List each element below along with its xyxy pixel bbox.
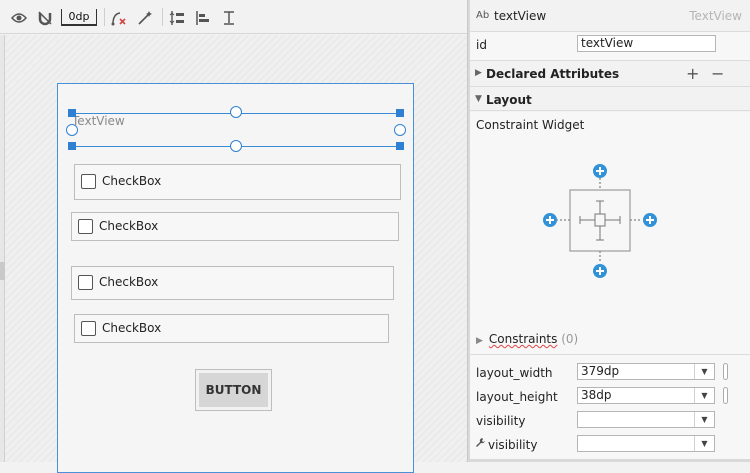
layout-height-dropdown[interactable]: 38dp ▼ bbox=[577, 387, 715, 404]
toolbar-separator bbox=[162, 8, 163, 26]
checkbox-square[interactable] bbox=[78, 275, 93, 290]
chevron-down-icon[interactable]: ▼ bbox=[694, 364, 714, 379]
expand-right-icon[interactable]: ▶ bbox=[475, 68, 482, 78]
resize-handle-bottom-right[interactable] bbox=[396, 142, 404, 150]
wrench-icon bbox=[475, 437, 485, 451]
chevron-down-icon[interactable]: ▼ bbox=[694, 436, 714, 451]
resize-handle-top-left[interactable] bbox=[68, 109, 76, 117]
attributes-panel: Ab textView TextView id textView ▶ Decla… bbox=[470, 0, 750, 462]
checkbox-widget[interactable]: CheckBox bbox=[74, 314, 389, 343]
section-divider bbox=[470, 110, 750, 111]
id-label: id bbox=[476, 38, 487, 52]
tools-visibility-label: visibility bbox=[488, 438, 538, 452]
layout-height-value: 38dp bbox=[581, 388, 612, 402]
visibility-dropdown[interactable]: ▼ bbox=[577, 411, 715, 428]
magnet-off-icon[interactable] bbox=[36, 9, 54, 27]
add-constraint-top-icon bbox=[593, 164, 607, 178]
pack-icon[interactable] bbox=[168, 9, 186, 27]
textview-widget[interactable]: TextView bbox=[72, 114, 125, 128]
constraint-widget[interactable] bbox=[470, 160, 750, 280]
align-icon[interactable] bbox=[194, 9, 212, 27]
anchor-top[interactable] bbox=[230, 106, 242, 118]
remove-attribute-icon[interactable]: − bbox=[711, 64, 724, 83]
constraints-label: Constraints bbox=[488, 332, 558, 346]
add-constraint-bottom-icon bbox=[593, 264, 607, 278]
constraint-widget-label: Constraint Widget bbox=[476, 118, 585, 132]
checkbox-square[interactable] bbox=[78, 219, 93, 234]
anchor-right[interactable] bbox=[394, 124, 406, 136]
checkbox-label: CheckBox bbox=[102, 321, 162, 335]
canvas-left-edge bbox=[0, 35, 5, 462]
layout-title: Layout bbox=[486, 93, 532, 107]
chevron-down-icon[interactable]: ▼ bbox=[694, 412, 714, 427]
checkbox-widget[interactable]: CheckBox bbox=[74, 164, 401, 200]
anchor-left[interactable] bbox=[66, 124, 78, 136]
declared-attributes-section[interactable]: ▶ Declared Attributes + − bbox=[470, 60, 750, 86]
checkbox-widget[interactable]: CheckBox bbox=[71, 266, 394, 300]
textview-type-icon: Ab bbox=[476, 10, 490, 21]
panel-title: textView bbox=[494, 9, 547, 23]
checkbox-label: CheckBox bbox=[99, 275, 159, 289]
guidelines-icon[interactable] bbox=[220, 9, 238, 27]
checkbox-square[interactable] bbox=[81, 174, 96, 189]
resize-handle-top-right[interactable] bbox=[396, 109, 404, 117]
clear-constraints-icon[interactable] bbox=[110, 9, 128, 27]
add-constraint-left-icon bbox=[543, 213, 557, 227]
expand-down-icon[interactable]: ▼ bbox=[475, 94, 482, 104]
checkbox-label: CheckBox bbox=[99, 219, 159, 233]
panel-header: Ab textView TextView bbox=[470, 0, 750, 32]
layout-width-value: 379dp bbox=[581, 364, 620, 378]
checkbox-widget[interactable]: CheckBox bbox=[71, 212, 399, 241]
checkbox-label: CheckBox bbox=[102, 174, 162, 188]
default-margin-field[interactable]: 0dp bbox=[61, 9, 97, 26]
add-attribute-icon[interactable]: + bbox=[686, 64, 699, 83]
layout-width-dropdown[interactable]: 379dp ▼ bbox=[577, 363, 715, 380]
chevron-down-icon[interactable]: ▼ bbox=[694, 388, 714, 403]
toolbar-separator bbox=[104, 8, 105, 26]
tools-visibility-dropdown[interactable]: ▼ bbox=[577, 435, 715, 452]
expand-right-icon[interactable]: ▶ bbox=[476, 336, 483, 346]
canvas-edge-marker bbox=[0, 262, 5, 280]
widget-type-label: TextView bbox=[689, 9, 742, 23]
layout-height-label: layout_height bbox=[476, 390, 558, 404]
button-widget[interactable]: BUTTON bbox=[195, 369, 272, 411]
constraints-row[interactable]: ▶ Constraints (0) bbox=[476, 332, 578, 346]
add-constraint-right-icon bbox=[643, 213, 657, 227]
eye-icon[interactable] bbox=[10, 9, 28, 27]
anchor-bottom[interactable] bbox=[230, 140, 242, 152]
layout-width-indicator[interactable] bbox=[723, 363, 728, 380]
button-label[interactable]: BUTTON bbox=[199, 373, 268, 407]
layout-width-label: layout_width bbox=[476, 366, 553, 380]
declared-attributes-title: Declared Attributes bbox=[486, 67, 620, 81]
design-toolbar: 0dp bbox=[0, 0, 467, 34]
id-field[interactable]: textView bbox=[577, 35, 716, 52]
constraints-count: (0) bbox=[561, 332, 579, 346]
infer-constraints-icon[interactable] bbox=[136, 9, 154, 27]
visibility-label: visibility bbox=[476, 414, 526, 428]
section-divider bbox=[470, 354, 750, 355]
layout-section[interactable]: ▼ Layout bbox=[470, 86, 750, 112]
resize-handle-bottom-left[interactable] bbox=[68, 142, 76, 150]
layout-height-indicator[interactable] bbox=[723, 387, 728, 404]
checkbox-square[interactable] bbox=[81, 321, 96, 336]
